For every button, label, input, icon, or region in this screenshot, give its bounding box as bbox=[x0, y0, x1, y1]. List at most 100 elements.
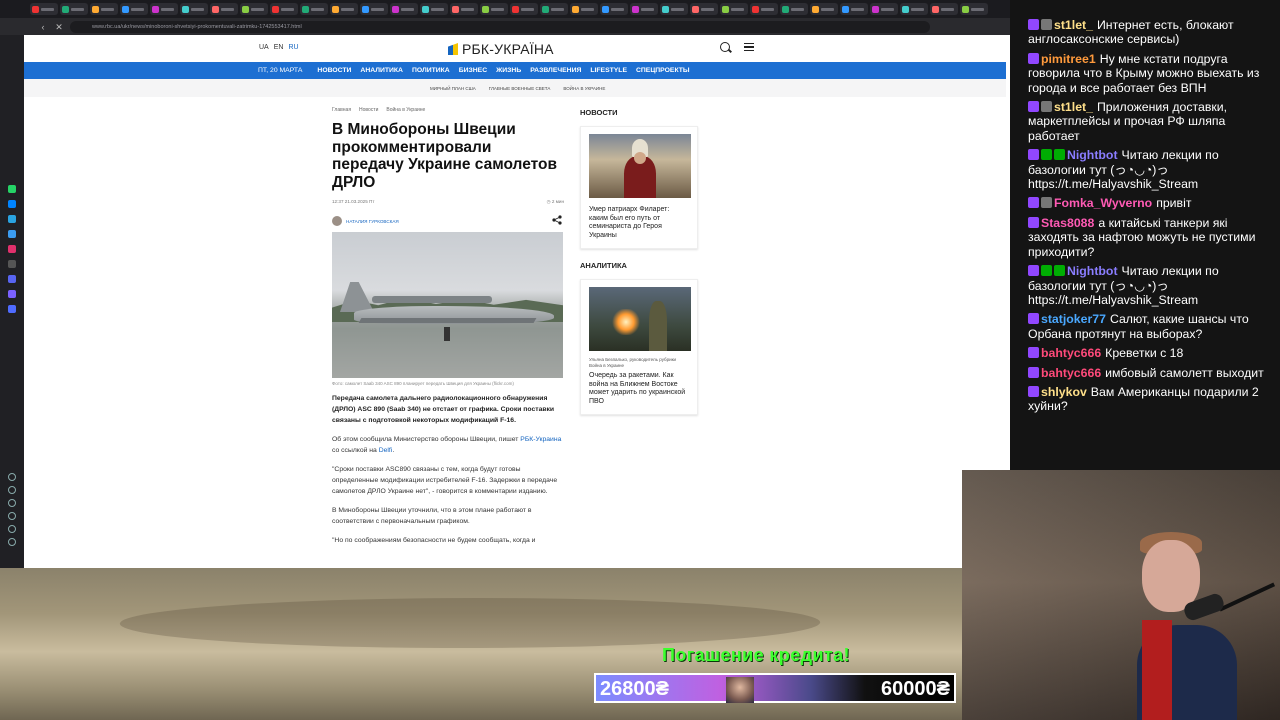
messenger-icon[interactable] bbox=[8, 200, 16, 208]
extension-icon[interactable] bbox=[8, 305, 16, 313]
browser-tab[interactable] bbox=[630, 3, 658, 15]
nav-item-business[interactable]: БИЗНЕС bbox=[459, 67, 487, 74]
settings-icon[interactable] bbox=[8, 512, 16, 520]
news-card-title[interactable]: Умер патриарх Филарет: каким был его пут… bbox=[589, 206, 689, 240]
main-nav: ПТ, 20 МАРТА НОВОСТИ АНАЛИТИКА ПОЛИТИКА … bbox=[24, 62, 1006, 79]
browser-tab[interactable] bbox=[120, 3, 148, 15]
breadcrumb-news[interactable]: Новости bbox=[359, 107, 378, 113]
breadcrumb-home[interactable]: Главная bbox=[332, 107, 351, 113]
whatsapp-icon[interactable] bbox=[8, 185, 16, 193]
chat-username[interactable]: Nightbot bbox=[1067, 148, 1118, 162]
instagram-icon[interactable] bbox=[8, 245, 16, 253]
chat-message: st1let_ Интернет есть, блокают англосаксо… bbox=[1028, 18, 1274, 47]
browser-tab[interactable] bbox=[210, 3, 238, 15]
browser-tab[interactable] bbox=[330, 3, 358, 15]
reload-icon[interactable]: ✕ bbox=[54, 22, 64, 32]
vk-icon[interactable] bbox=[8, 230, 16, 238]
browser-tab[interactable] bbox=[870, 3, 898, 15]
browser-tab[interactable] bbox=[240, 3, 268, 15]
browser-tab[interactable] bbox=[540, 3, 568, 15]
browser-tab[interactable] bbox=[900, 3, 928, 15]
chat-username[interactable]: Stas8088 bbox=[1041, 216, 1094, 230]
delfi-link[interactable]: Delfi bbox=[379, 447, 393, 454]
chat-username[interactable]: shlykov bbox=[1041, 385, 1087, 399]
rbc-link[interactable]: РБК-Украина bbox=[520, 436, 561, 443]
chat-username[interactable]: statjoker77 bbox=[1041, 312, 1106, 326]
more-icon[interactable] bbox=[8, 538, 16, 546]
history-icon[interactable] bbox=[8, 486, 16, 494]
browser-tab[interactable] bbox=[660, 3, 688, 15]
nav-item-life[interactable]: ЖИЗНЬ bbox=[496, 67, 521, 74]
browser-tab[interactable] bbox=[90, 3, 118, 15]
lang-en[interactable]: EN bbox=[274, 44, 284, 51]
nav-item-analytics[interactable]: АНАЛИТИКА bbox=[360, 67, 403, 74]
twitch-icon[interactable] bbox=[8, 290, 16, 298]
browser-tab[interactable] bbox=[930, 3, 958, 15]
browser-tab[interactable] bbox=[480, 3, 508, 15]
author-name[interactable]: НАТАЛИЯ ГУРКОВСКАЯ bbox=[346, 219, 399, 224]
analytics-card[interactable]: Ульяна Безпалько, руководитель рубрики В… bbox=[580, 279, 698, 415]
menu-icon[interactable] bbox=[744, 43, 754, 51]
back-icon[interactable]: ‹ bbox=[38, 22, 48, 32]
chat-username[interactable]: bahtyc666 bbox=[1041, 366, 1101, 380]
browser-tab[interactable] bbox=[420, 3, 448, 15]
news-card[interactable]: Умер патриарх Филарет: каким был его пут… bbox=[580, 126, 698, 249]
browser-tab[interactable] bbox=[840, 3, 868, 15]
chat-username[interactable]: Nightbot bbox=[1067, 264, 1118, 278]
rail-news-heading[interactable]: НОВОСТИ bbox=[580, 108, 700, 117]
browser-tab[interactable] bbox=[570, 3, 598, 15]
browser-tab[interactable] bbox=[720, 3, 748, 15]
clock-icon[interactable] bbox=[8, 499, 16, 507]
nav-item-special[interactable]: СПЕЦПРОЕКТЫ bbox=[636, 67, 690, 74]
browser-tab[interactable] bbox=[450, 3, 478, 15]
chat-username[interactable]: pimitree1 bbox=[1041, 52, 1096, 66]
chat-badge-icon bbox=[1054, 265, 1065, 277]
tab-title bbox=[761, 7, 774, 11]
browser-tab[interactable] bbox=[300, 3, 328, 15]
site-logo[interactable]: РБК-УКРАЇНА bbox=[448, 41, 554, 57]
browser-tab[interactable] bbox=[960, 3, 988, 15]
browser-tab[interactable] bbox=[690, 3, 718, 15]
nav-item-politics[interactable]: ПОЛИТИКА bbox=[412, 67, 450, 74]
author-row[interactable]: НАТАЛИЯ ГУРКОВСКАЯ bbox=[332, 216, 564, 226]
rail-analytics-heading[interactable]: АНАЛИТИКА bbox=[580, 261, 700, 270]
chat-text: имбовый самолетт выходит bbox=[1105, 365, 1264, 380]
browser-tab[interactable] bbox=[750, 3, 778, 15]
nav-item-lifestyle[interactable]: LIFESTYLE bbox=[590, 67, 627, 74]
x-icon[interactable] bbox=[8, 260, 16, 268]
subnav-item[interactable]: МИРНЫЙ ПЛАН США bbox=[430, 86, 476, 91]
browser-tab[interactable] bbox=[600, 3, 628, 15]
browser-tab[interactable] bbox=[360, 3, 388, 15]
browser-tab[interactable] bbox=[810, 3, 838, 15]
nav-item-news[interactable]: НОВОСТИ bbox=[317, 67, 351, 74]
lang-ua[interactable]: UA bbox=[259, 44, 269, 51]
browser-tab[interactable] bbox=[510, 3, 538, 15]
browser-tab[interactable] bbox=[390, 3, 418, 15]
nav-item-entertainment[interactable]: РАЗВЛЕЧЕНИЯ bbox=[530, 67, 581, 74]
subnav-item[interactable]: ВОЙНА В УКРАИНЕ bbox=[563, 86, 605, 91]
browser-tab[interactable] bbox=[30, 3, 58, 15]
browser-tab[interactable] bbox=[180, 3, 208, 15]
search-icon[interactable] bbox=[720, 42, 730, 52]
analytics-card-title[interactable]: Очередь за ракетами. Как война на Ближне… bbox=[589, 372, 689, 406]
subnav-item[interactable]: ГЛАВНЫЕ ВОЕННЫЕ СВЕТА bbox=[489, 86, 551, 91]
bulb-icon[interactable] bbox=[8, 525, 16, 533]
chat-username[interactable]: bahtyc666 bbox=[1041, 346, 1101, 360]
chat-username[interactable]: st1let_ bbox=[1054, 100, 1093, 114]
browser-tab[interactable] bbox=[60, 3, 88, 15]
browser-tab[interactable] bbox=[150, 3, 178, 15]
article-datetime: 12:37 21.03.2025 Пт bbox=[332, 199, 375, 204]
chat-username[interactable]: Fomka_Wyverno bbox=[1054, 196, 1152, 210]
breadcrumb-war[interactable]: Война в Украине bbox=[386, 107, 425, 113]
lang-ru[interactable]: RU bbox=[288, 44, 298, 51]
share-icon[interactable] bbox=[552, 215, 562, 225]
telegram-icon[interactable] bbox=[8, 215, 16, 223]
browser-tab[interactable] bbox=[270, 3, 298, 15]
url-field[interactable]: www.rbc.ua/ukr/news/minoboroni-shvetsiyi… bbox=[70, 20, 930, 33]
chat-username[interactable]: st1let_ bbox=[1054, 18, 1093, 32]
discord-icon[interactable] bbox=[8, 275, 16, 283]
paragraph-text: Об этом сообщила Министерство обороны Шв… bbox=[332, 436, 521, 444]
heart-icon[interactable] bbox=[8, 473, 16, 481]
browser-tab[interactable] bbox=[780, 3, 808, 15]
chat-badge-icon bbox=[1041, 265, 1052, 277]
